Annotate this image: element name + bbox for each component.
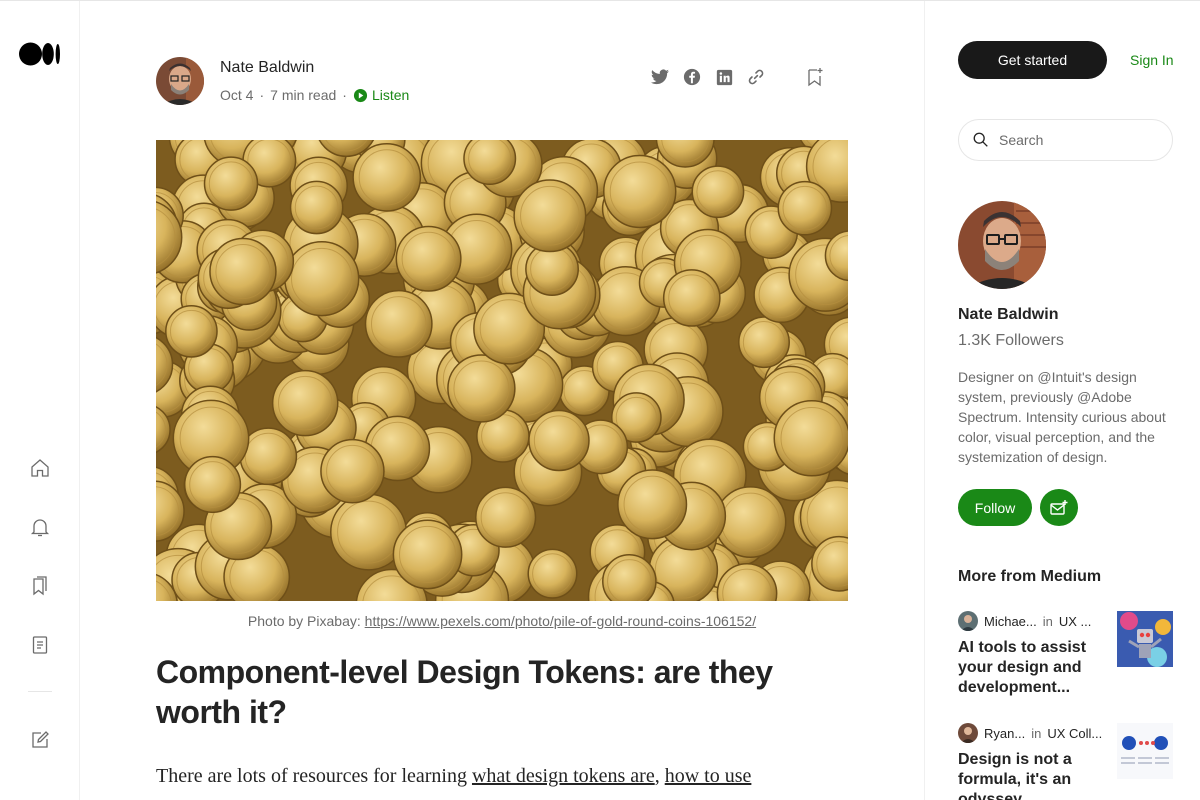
meta-separator: · (259, 87, 265, 103)
author-name[interactable]: Nate Baldwin (220, 59, 314, 77)
body-text-start: There are lots of resources for learning (156, 765, 467, 787)
image-caption: Photo by Pixabay: https://www.pexels.com… (156, 613, 848, 629)
link-icon[interactable] (746, 67, 766, 87)
rec-meta: Ryan... in UX Coll... (958, 723, 1102, 743)
profile-avatar[interactable] (958, 201, 1046, 289)
rec-title[interactable]: AI tools to assist your design and devel… (958, 638, 1098, 698)
rec-in: in (1031, 725, 1042, 741)
home-icon[interactable] (29, 457, 51, 479)
rec-in: in (1042, 613, 1053, 629)
read-time: 7 min read (270, 87, 337, 103)
right-sidebar: Get started Sign In Nate Baldwin 1.3K Fo… (924, 1, 1200, 800)
save-bookmark-icon[interactable] (804, 66, 826, 88)
caption-link[interactable]: https://www.pexels.com/photo/pile-of-gol… (365, 613, 756, 629)
subscribe-mail-icon (1050, 499, 1068, 515)
rec-publication[interactable]: UX Coll... (1047, 726, 1102, 741)
article-meta: Oct 4 · 7 min read · Listen (220, 87, 409, 103)
profile-name[interactable]: Nate Baldwin (958, 306, 1058, 324)
linkedin-icon[interactable] (714, 67, 734, 87)
listen-button[interactable]: Listen (353, 87, 409, 103)
rec-author-avatar (958, 723, 978, 743)
rec-thumbnail-diagram[interactable] (1117, 723, 1173, 779)
rec-meta: Michae... in UX ... (958, 611, 1091, 631)
article-main: Nate Baldwin Oct 4 · 7 min read · Listen (156, 0, 848, 800)
twitter-icon[interactable] (650, 67, 670, 87)
search-input[interactable] (999, 132, 1159, 148)
write-icon[interactable] (29, 729, 51, 751)
body-link-design-tokens[interactable]: what design tokens are (472, 765, 655, 787)
meta-separator: · (342, 87, 347, 103)
sign-in-link[interactable]: Sign In (1130, 52, 1174, 68)
listen-label: Listen (371, 87, 410, 103)
rec-thumbnail-robot[interactable] (1117, 611, 1173, 667)
article-body: There are lots of resources for learning… (156, 760, 848, 792)
follow-button[interactable]: Follow (958, 489, 1032, 526)
recommended-story[interactable]: Ryan... in UX Coll... Design is not a fo… (958, 723, 1173, 800)
search-box (958, 119, 1173, 161)
profile-followers[interactable]: 1.3K Followers (958, 332, 1064, 350)
lists-bookmark-icon[interactable] (29, 575, 51, 597)
rec-author-avatar (958, 611, 978, 631)
stories-document-icon[interactable] (29, 634, 51, 656)
search-icon (971, 130, 991, 150)
profile-bio: Designer on @Intuit's design system, pre… (958, 369, 1166, 465)
article-title: Component-level Design Tokens: are they … (156, 654, 773, 730)
rec-title[interactable]: Design is not a formula, it's an odyssey (958, 750, 1098, 800)
notifications-bell-icon[interactable] (29, 516, 51, 538)
play-icon (353, 88, 368, 102)
facebook-icon[interactable] (682, 67, 702, 87)
rec-author[interactable]: Michae... (984, 614, 1037, 629)
body-link-how-to-use[interactable]: how to use (665, 765, 752, 787)
author-row: Nate Baldwin Oct 4 · 7 min read · Listen (156, 57, 848, 105)
author-avatar[interactable] (156, 57, 204, 105)
recommended-story[interactable]: Michae... in UX ... AI tools to assist y… (958, 611, 1173, 711)
subscribe-email-button[interactable] (1040, 489, 1078, 526)
body-comma: , (654, 765, 660, 787)
rec-publication[interactable]: UX ... (1059, 614, 1092, 629)
rec-author[interactable]: Ryan... (984, 726, 1025, 741)
more-from-medium-heading: More from Medium (958, 568, 1102, 585)
left-rail (0, 1, 80, 800)
hero-image-gold-coins (156, 140, 848, 601)
medium-logo-icon[interactable] (19, 42, 61, 66)
caption-prefix: Photo by Pixabay: (247, 613, 361, 629)
rail-divider (28, 691, 52, 692)
get-started-button[interactable]: Get started (958, 41, 1107, 79)
share-icons (650, 67, 766, 87)
publish-date: Oct 4 (220, 87, 254, 103)
